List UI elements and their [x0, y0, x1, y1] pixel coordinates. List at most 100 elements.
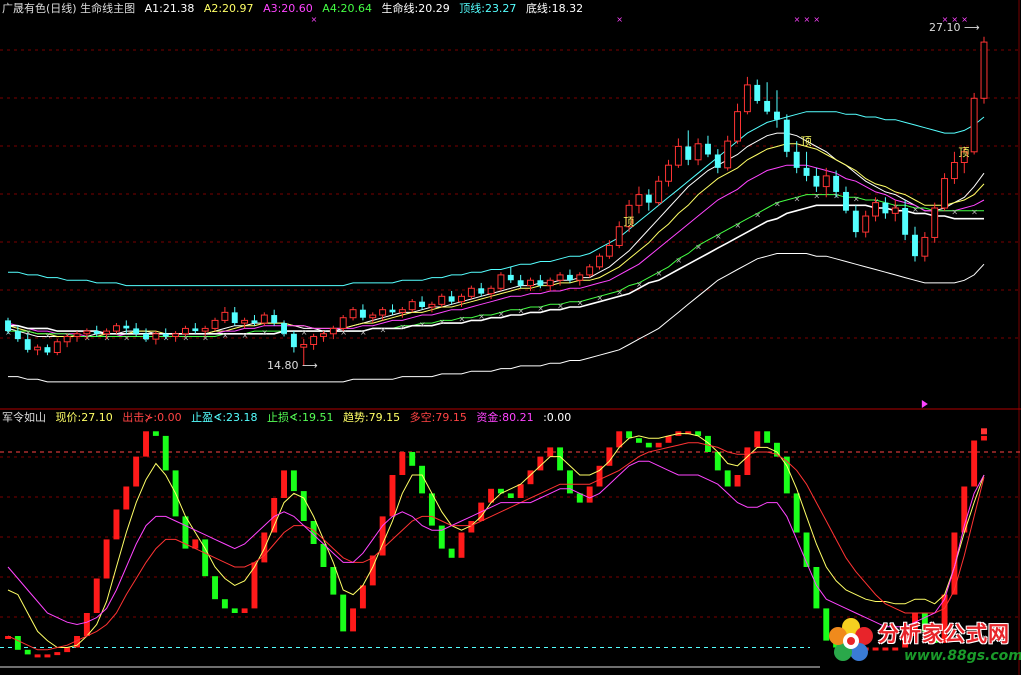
candle-body-down [231, 312, 238, 324]
signal-x-mark: × [557, 301, 564, 310]
signal-x-mark: × [774, 200, 781, 209]
signal-x-mark: × [518, 307, 525, 316]
oscillator-bar [54, 652, 61, 656]
sub-line-资金 [7, 460, 985, 628]
signal-top-mark: × [813, 15, 820, 24]
oscillator-bar [14, 636, 21, 650]
candle-body-down [705, 143, 711, 155]
candle-body-up [211, 319, 219, 329]
candle-body-up [576, 274, 584, 281]
oscillator-bar [665, 435, 672, 443]
signal-x-mark: × [853, 194, 860, 203]
oscillator-bar [330, 567, 337, 595]
high-price-label: 27.10 ⟶ [929, 21, 980, 34]
candle-body-up [556, 274, 564, 281]
signal-top-mark: × [804, 15, 811, 24]
candle-body-up [83, 330, 91, 335]
watermark: 分析家公式网 www.88gs.com [826, 612, 1021, 672]
signal-top-mark: × [616, 15, 623, 24]
oscillator-bar [350, 608, 357, 632]
candle-body-up [152, 333, 160, 340]
candle-body-down [774, 111, 780, 120]
indicator-longshort: 多空:79.15 [409, 411, 467, 424]
indicator-extra: :0.00 [543, 411, 572, 424]
signal-x-mark: × [123, 333, 130, 342]
candle-body-up [941, 178, 949, 209]
candle-body-up [103, 330, 111, 335]
candle-body-down [783, 119, 790, 152]
oscillator-bar [389, 475, 396, 517]
signal-x-mark: × [301, 328, 308, 337]
kline-chart-canvas[interactable]: ××××××××××××××××××××××××××××××××××××××××… [0, 0, 1021, 675]
oscillator-bar [143, 431, 149, 457]
main-chart-title: 广晟有色(日线) 生命线主图 [2, 2, 136, 15]
indicator-a4: A4:20.64 [322, 2, 373, 15]
candle-body-down [685, 146, 692, 160]
signal-x-mark: × [577, 299, 584, 308]
candle-body-up [743, 84, 751, 113]
candle-body-down [5, 320, 11, 332]
oscillator-bar [724, 470, 731, 487]
candle-body-up [665, 164, 672, 182]
oscillator-bar [212, 576, 218, 600]
oscillator-bar [133, 456, 140, 487]
oscillator-bar [458, 532, 465, 558]
candle-body-down [251, 320, 258, 324]
sub-chart-header: 军令如山 现价:27.10 出击⊁:0.00 止盈∢:23.18 止损∢:19.… [2, 411, 577, 425]
candle-body-down [448, 296, 455, 302]
arrow-right-icon: ⟶ [298, 359, 318, 372]
candle-body-down [271, 315, 278, 324]
candle-body-down [123, 325, 130, 329]
candle-body-up [487, 287, 495, 295]
signal-x-mark: × [616, 288, 623, 297]
candle-body-up [73, 333, 81, 337]
watermark-url: www.88gs.com [904, 648, 1021, 664]
oscillator-bar [320, 544, 327, 567]
candle-body-down [93, 331, 100, 334]
candle-body-up [674, 145, 682, 166]
oscillator-bar [655, 442, 662, 448]
oscillator-bar [340, 594, 347, 632]
indicator-a3: A3:20.60 [263, 2, 313, 15]
top-marker: 顶 [623, 215, 634, 228]
indicator-takeprofit: 止盈∢:23.18 [191, 411, 258, 424]
candle-body-up [300, 343, 308, 348]
candle-body-down [143, 333, 149, 340]
candle-body-up [527, 279, 534, 287]
candle-body-down [517, 280, 524, 286]
signal-x-mark: × [242, 331, 249, 340]
candle-body-down [162, 333, 169, 337]
candle-body-up [112, 325, 120, 332]
oscillator-bar [971, 440, 978, 487]
signal-x-mark: × [380, 325, 387, 334]
candle-body-up [921, 236, 929, 257]
candle-body-up [950, 162, 958, 180]
candle-body-up [260, 314, 268, 324]
candle-body-up [349, 309, 357, 319]
signal-x-mark: × [261, 328, 268, 337]
indicator-a2: A2:20.97 [203, 2, 254, 15]
high-price-value: 27.10 [929, 21, 961, 34]
oscillator-bar [103, 539, 110, 579]
oscillator-bar [300, 491, 307, 521]
signal-x-mark: × [735, 221, 742, 230]
indicator-fund: 资金:80.21 [476, 411, 534, 424]
candle-body-up [369, 314, 377, 319]
candle-body-up [172, 333, 180, 337]
candle-body-up [438, 295, 446, 305]
signal-x-mark: × [498, 309, 505, 318]
indicator-trend: 趋势:79.15 [342, 411, 401, 424]
candle-body-down [389, 309, 396, 313]
candle-body-up [891, 207, 899, 214]
arrow-right-icon: ⟶ [960, 21, 980, 34]
candle-body-up [339, 317, 347, 329]
oscillator-bar [221, 599, 228, 609]
signal-x-mark: × [971, 208, 978, 217]
candle-body-up [320, 333, 327, 337]
candle-body-up [822, 175, 830, 188]
signal-x-mark: × [597, 293, 604, 302]
oscillator-bar [241, 608, 248, 613]
candle-body-down [419, 301, 426, 308]
signal-x-mark: × [537, 304, 544, 313]
candle-body-down [882, 202, 889, 214]
